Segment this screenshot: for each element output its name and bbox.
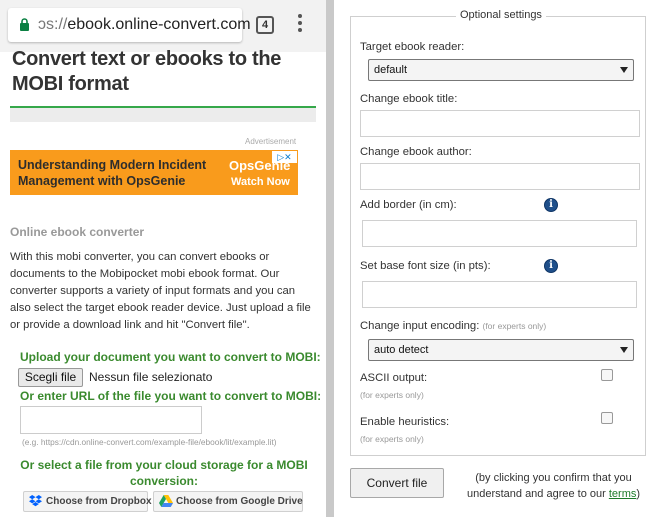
dropdown-arrow-icon bbox=[620, 347, 628, 353]
dropbox-icon bbox=[29, 495, 42, 507]
ad-cta[interactable]: Watch Now bbox=[231, 176, 290, 188]
dropbox-label: Choose from Dropbox bbox=[46, 496, 152, 507]
target-reader-label: Target ebook reader: bbox=[360, 41, 465, 53]
choose-from-google-drive-button[interactable]: Choose from Google Drive bbox=[153, 491, 303, 512]
ebook-title-input[interactable] bbox=[360, 110, 640, 137]
encoding-value: auto detect bbox=[374, 344, 429, 356]
border-label: Add border (in cm): bbox=[360, 199, 457, 211]
choose-file-button[interactable]: Scegli file bbox=[18, 368, 83, 387]
tab-switcher-button[interactable]: 4 bbox=[256, 16, 274, 34]
encoding-label-text: Change input encoding: bbox=[360, 320, 480, 332]
terms-suffix: ) bbox=[636, 488, 641, 500]
url-domain: ebook.online-convert.com bbox=[67, 16, 251, 33]
ascii-output-label: ASCII output: bbox=[360, 372, 428, 384]
terms-notice: (by clicking you confirm that you unders… bbox=[466, 470, 641, 502]
heuristics-hint: (for experts only) bbox=[360, 434, 424, 444]
font-size-label: Set base font size (in pts): bbox=[360, 260, 491, 272]
ascii-output-hint: (for experts only) bbox=[360, 390, 424, 400]
address-bar[interactable]: ɔs://ebook.online-convert.com bbox=[8, 8, 251, 42]
settings-panel: Optional settings Target ebook reader: d… bbox=[334, 0, 656, 517]
encoding-select[interactable]: auto detect bbox=[368, 339, 634, 361]
encoding-label: Change input encoding: (for experts only… bbox=[360, 320, 546, 332]
page-title: Convert text or ebooks to the MOBI forma… bbox=[12, 48, 282, 95]
google-drive-icon bbox=[159, 495, 173, 507]
intro-text: With this mobi converter, you can conver… bbox=[10, 251, 311, 331]
lock-icon bbox=[20, 18, 29, 31]
ebook-author-label: Change ebook author: bbox=[360, 146, 472, 158]
ad-banner[interactable]: Understanding Modern Incident Management… bbox=[10, 150, 298, 195]
no-file-text: Nessun file selezionato bbox=[89, 370, 213, 384]
cloud-storage-label: Or select a file from your cloud storage… bbox=[20, 458, 308, 488]
upload-label: Upload your document you want to convert… bbox=[20, 350, 321, 364]
ascii-output-checkbox[interactable] bbox=[601, 369, 613, 381]
target-reader-value: default bbox=[374, 64, 408, 76]
terms-link[interactable]: terms bbox=[609, 488, 637, 500]
target-reader-select[interactable]: default bbox=[368, 59, 634, 81]
mobile-browser-panel: ɔs://ebook.online-convert.com 4 Convert … bbox=[0, 0, 326, 517]
more-menu-icon[interactable] bbox=[297, 14, 303, 36]
url-scheme: ɔs:// bbox=[38, 16, 68, 33]
convert-file-button[interactable]: Convert file bbox=[350, 468, 444, 498]
border-info-icon[interactable]: i bbox=[544, 198, 558, 212]
border-input[interactable] bbox=[362, 220, 637, 247]
ebook-title-label: Change ebook title: bbox=[360, 93, 458, 105]
font-size-info-icon[interactable]: i bbox=[544, 259, 558, 273]
url-label: Or enter URL of the file you want to con… bbox=[20, 389, 322, 403]
nav-band bbox=[10, 108, 316, 122]
terms-prefix: (by clicking you confirm that you unders… bbox=[466, 472, 632, 500]
dropdown-arrow-icon bbox=[620, 67, 628, 73]
heuristics-checkbox[interactable] bbox=[601, 412, 613, 424]
ad-text: Understanding Modern Incident Management… bbox=[18, 158, 207, 188]
url-input[interactable] bbox=[20, 406, 202, 434]
google-drive-label: Choose from Google Drive bbox=[176, 496, 303, 507]
choose-from-dropbox-button[interactable]: Choose from Dropbox bbox=[23, 491, 152, 512]
advertisement-label: Advertisement bbox=[245, 137, 297, 146]
encoding-hint: (for experts only) bbox=[482, 321, 547, 331]
settings-legend: Optional settings bbox=[456, 9, 546, 21]
heuristics-label: Enable heuristics: bbox=[360, 416, 450, 428]
ad-close-icon[interactable]: ▷✕ bbox=[272, 151, 297, 163]
browser-toolbar: ɔs://ebook.online-convert.com 4 bbox=[0, 0, 326, 52]
url-text: ɔs://ebook.online-convert.com bbox=[38, 16, 251, 34]
url-example-hint: (e.g. https://cdn.online-convert.com/exa… bbox=[22, 437, 277, 447]
section-heading: Online ebook converter bbox=[10, 225, 145, 239]
font-size-input[interactable] bbox=[362, 281, 637, 308]
ebook-author-input[interactable] bbox=[360, 163, 640, 190]
